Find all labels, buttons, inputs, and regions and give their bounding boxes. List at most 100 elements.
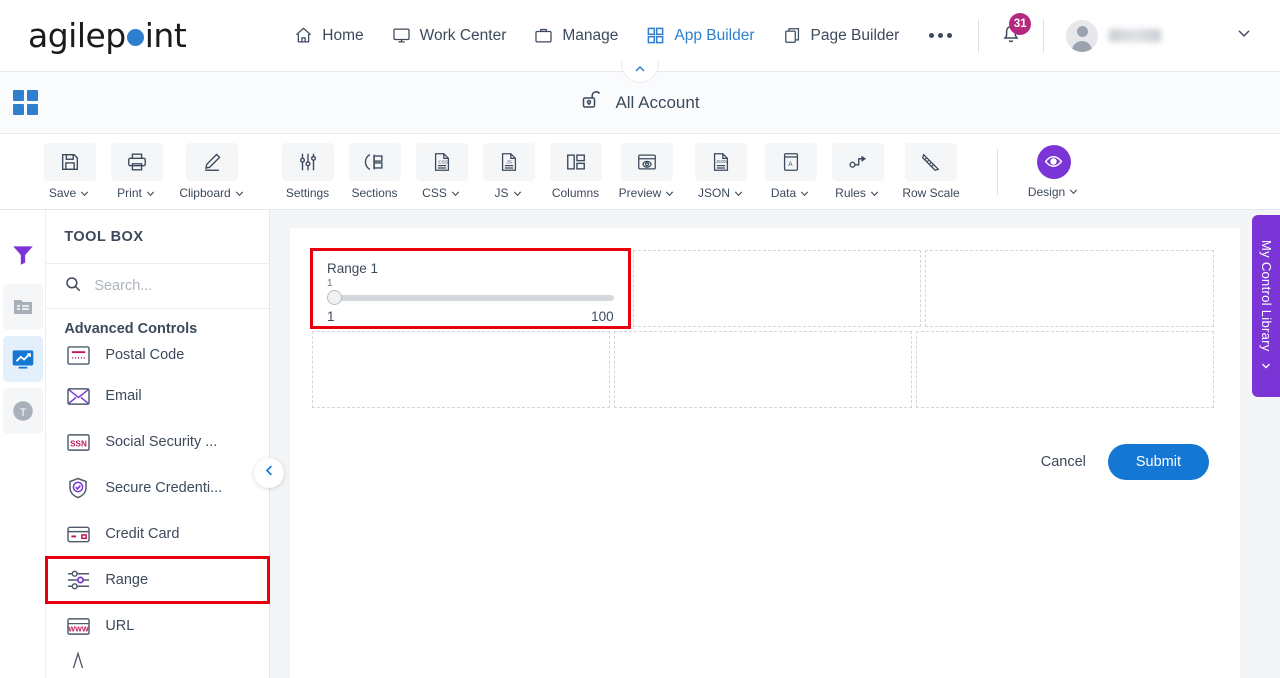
empty-dropzone[interactable] <box>312 331 610 408</box>
empty-dropzone[interactable] <box>614 331 912 408</box>
toolbar-label: Settings <box>286 186 329 200</box>
toolbar-label: Preview <box>619 186 676 200</box>
toolbar-preview[interactable]: Preview <box>609 143 685 200</box>
ssn-icon: SSN <box>64 432 92 453</box>
toolbar-print[interactable]: Print <box>103 143 170 200</box>
range-slider[interactable] <box>327 289 614 306</box>
notifications-button[interactable]: 31 <box>989 13 1033 54</box>
nav-item-work-center[interactable]: Work Center <box>378 20 521 51</box>
rail-item-chart[interactable] <box>2 336 43 382</box>
rail-item-text[interactable]: T <box>2 388 43 434</box>
tool-item-url[interactable]: WWW URL <box>46 603 269 649</box>
sliders-icon <box>281 143 334 181</box>
folder-list-icon <box>13 300 32 314</box>
nav-label: Work Center <box>419 26 507 44</box>
label-text: Save <box>48 186 77 200</box>
tool-item-range[interactable]: Range <box>45 556 270 604</box>
tool-item-social-security[interactable]: SSN Social Security ... <box>46 419 269 465</box>
nav-more-button[interactable] <box>913 23 968 48</box>
collapse-header-button[interactable] <box>621 61 659 83</box>
empty-dropzone[interactable] <box>632 250 922 327</box>
toolbar-json[interactable]: JSON JSON <box>685 143 757 200</box>
tool-item-label: Credit Card <box>105 526 180 542</box>
toolbar-clipboard[interactable]: Clipboard <box>170 143 254 200</box>
nav-divider <box>978 18 980 53</box>
toolbar-columns[interactable]: Columns <box>542 143 609 200</box>
nav-label: Page Builder <box>810 26 900 44</box>
toolbox-collapse-button[interactable] <box>254 458 284 488</box>
rail-item-filter[interactable] <box>3 232 43 278</box>
svg-text:T: T <box>19 407 26 419</box>
app-grid-button[interactable] <box>13 90 38 115</box>
left-icon-rail: T <box>0 210 47 678</box>
range-max-label: 100 <box>591 309 614 324</box>
label-text: Settings <box>285 186 330 200</box>
toolbar-save[interactable]: Save <box>36 143 103 200</box>
notification-count-badge: 31 <box>1009 13 1032 35</box>
toolbox-section-title: Advanced Controls <box>64 321 198 337</box>
unlock-icon <box>580 88 604 117</box>
label-text: Data <box>770 186 797 200</box>
form-row: Range 1 1 1 100 <box>310 248 1215 329</box>
toolbar-js[interactable]: JS JS <box>475 143 542 200</box>
agilepoint-logo[interactable]: agilep int <box>28 16 187 55</box>
tool-item-credit-card[interactable]: Credit Card <box>46 511 269 557</box>
cancel-button[interactable]: Cancel <box>1041 454 1086 470</box>
toolbar-settings[interactable]: Settings <box>274 143 341 200</box>
search-input[interactable] <box>94 278 245 294</box>
form-grid: Range 1 1 1 100 <box>310 248 1215 408</box>
dot-icon <box>947 33 953 38</box>
chevron-left-icon <box>262 463 277 483</box>
range-bounds: 1 100 <box>327 309 614 324</box>
svg-text:CSS: CSS <box>438 159 448 165</box>
workspace: T TOOL BOX Advanced Controls Postal Code <box>0 210 1280 678</box>
user-menu[interactable] <box>1054 19 1162 52</box>
account-title: All Account <box>615 92 700 112</box>
range-control-cell[interactable]: Range 1 1 1 100 <box>310 248 631 329</box>
svg-text:SSN: SSN <box>70 439 87 448</box>
copy-icon <box>783 26 802 45</box>
toolbar-data[interactable]: A Data <box>757 143 824 200</box>
chevron-down-icon <box>870 191 878 196</box>
builder-toolbar: Save Print Clipboard Settings Sections C… <box>0 134 1280 210</box>
tool-item-label: URL <box>105 618 135 634</box>
nav-item-app-builder[interactable]: App Builder <box>632 20 768 51</box>
toolbar-design[interactable]: Design <box>1020 144 1087 199</box>
toolbar-label: Design <box>1028 185 1079 199</box>
toolbar-css[interactable]: CSS CSS <box>408 143 475 200</box>
toolbar-label: CSS <box>422 186 461 200</box>
submit-button[interactable]: Submit <box>1107 444 1209 480</box>
tool-item-partial[interactable] <box>46 649 269 669</box>
my-control-library-tab[interactable]: My Control Library <box>1252 215 1280 397</box>
eye-window-icon <box>621 143 673 181</box>
label-text: Rules <box>835 186 866 200</box>
chevron-up-icon <box>632 61 648 82</box>
ruler-icon <box>905 143 957 181</box>
user-menu-chevron-down-icon[interactable] <box>1234 23 1254 48</box>
tool-item-email[interactable]: Email <box>46 373 269 419</box>
nav-item-page-builder[interactable]: Page Builder <box>769 20 914 51</box>
toolbar-rules[interactable]: Rules <box>824 143 891 200</box>
toolbox-search[interactable] <box>46 264 269 309</box>
tool-item-postal-code[interactable]: Postal Code <box>46 337 269 373</box>
toolbar-row-scale[interactable]: Row Scale <box>891 143 971 200</box>
username-label <box>1109 29 1162 42</box>
tool-item-secure-credentials[interactable]: Secure Credenti... <box>46 465 269 511</box>
empty-dropzone[interactable] <box>916 331 1214 408</box>
slider-thumb[interactable] <box>327 290 342 305</box>
printer-icon <box>110 143 163 181</box>
nav-item-home[interactable]: Home <box>280 20 377 51</box>
toolbar-label: Columns <box>552 186 599 200</box>
toolbar-sections[interactable]: Sections <box>341 143 408 200</box>
toolbar-group-layout: Settings Sections CSS CSS JS JS Columns … <box>274 143 971 200</box>
tool-item-label: Postal Code <box>105 347 185 363</box>
rail-item-folders[interactable] <box>2 284 43 330</box>
svg-text:A: A <box>788 161 793 168</box>
toolbar-label: Print <box>117 186 156 200</box>
logo-text-post: int <box>144 16 187 55</box>
eye-icon <box>1036 144 1071 179</box>
nav-item-manage[interactable]: Manage <box>520 20 632 51</box>
empty-dropzone[interactable] <box>925 250 1215 327</box>
form-canvas: Range 1 1 1 100 Cancel Submit <box>290 228 1240 678</box>
chevron-down-icon <box>81 191 89 196</box>
